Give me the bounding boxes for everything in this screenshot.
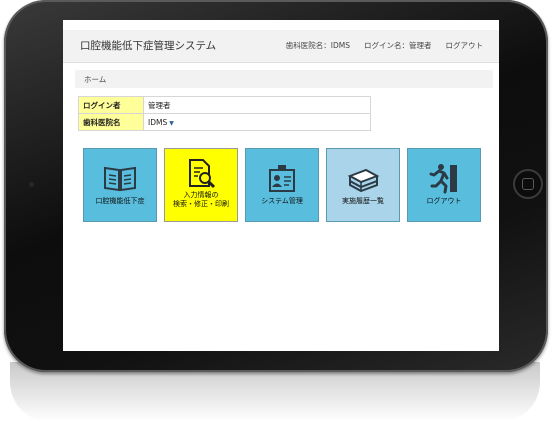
tile-history-list[interactable]: 実施履歴一覧 xyxy=(326,148,400,222)
clinic-name-link[interactable]: 歯科医院名：IDMS xyxy=(286,40,350,51)
info-row-clinic: 歯科医院名 IDMS ▼ xyxy=(78,113,371,131)
running-exit-icon xyxy=(428,163,460,194)
tablet-frame: 口腔機能低下症管理システム 歯科医院名：IDMS ログイン名：管理者 ログアウト… xyxy=(4,0,548,372)
tile-system-admin[interactable]: システム管理 xyxy=(245,148,319,222)
id-badge-icon xyxy=(266,163,298,193)
clinic-select-value: IDMS xyxy=(148,117,168,127)
books-stack-icon xyxy=(346,163,380,193)
info-row-login: ログイン者 管理者 xyxy=(78,96,371,114)
tile-label: 入力情報の 検索・修正・印刷 xyxy=(173,191,229,208)
tile-oral-function[interactable]: 口腔機能低下症 xyxy=(83,148,157,222)
tile-search-edit-print[interactable]: 入力情報の 検索・修正・印刷 xyxy=(164,148,238,222)
tile-label: システム管理 xyxy=(261,197,303,205)
camera-icon xyxy=(28,181,35,188)
book-icon xyxy=(102,163,138,193)
info-key-clinic: 歯科医院名 xyxy=(78,113,144,131)
login-name-link[interactable]: ログイン名：管理者 xyxy=(364,40,432,51)
caret-down-icon: ▼ xyxy=(169,119,174,127)
app-title[interactable]: 口腔機能低下症管理システム xyxy=(80,38,216,53)
tile-label: ログアウト xyxy=(426,197,462,205)
navbar-right: 歯科医院名：IDMS ログイン名：管理者 ログアウト xyxy=(286,40,483,51)
app-screen: 口腔機能低下症管理システム 歯科医院名：IDMS ログイン名：管理者 ログアウト… xyxy=(63,20,499,351)
tile-label: 口腔機能低下症 xyxy=(95,197,145,205)
tile-label: 実施履歴一覧 xyxy=(342,197,384,205)
logout-link[interactable]: ログアウト xyxy=(446,40,484,51)
info-table: ログイン者 管理者 歯科医院名 IDMS ▼ xyxy=(78,96,371,131)
tile-logout[interactable]: ログアウト xyxy=(407,148,481,222)
breadcrumb: ホーム xyxy=(75,70,493,88)
home-button[interactable] xyxy=(513,169,543,199)
info-value-login: 管理者 xyxy=(143,96,371,114)
breadcrumb-home[interactable]: ホーム xyxy=(84,74,106,85)
clinic-select[interactable]: IDMS ▼ xyxy=(143,113,371,131)
info-key-login: ログイン者 xyxy=(78,96,144,114)
document-search-icon xyxy=(185,159,217,189)
navbar: 口腔機能低下症管理システム 歯科医院名：IDMS ログイン名：管理者 ログアウト xyxy=(63,30,499,63)
menu-tiles: 口腔機能低下症 入力情報の 検索・修正・印刷 システム管理 実施履歴一覧 ログア… xyxy=(83,148,483,224)
